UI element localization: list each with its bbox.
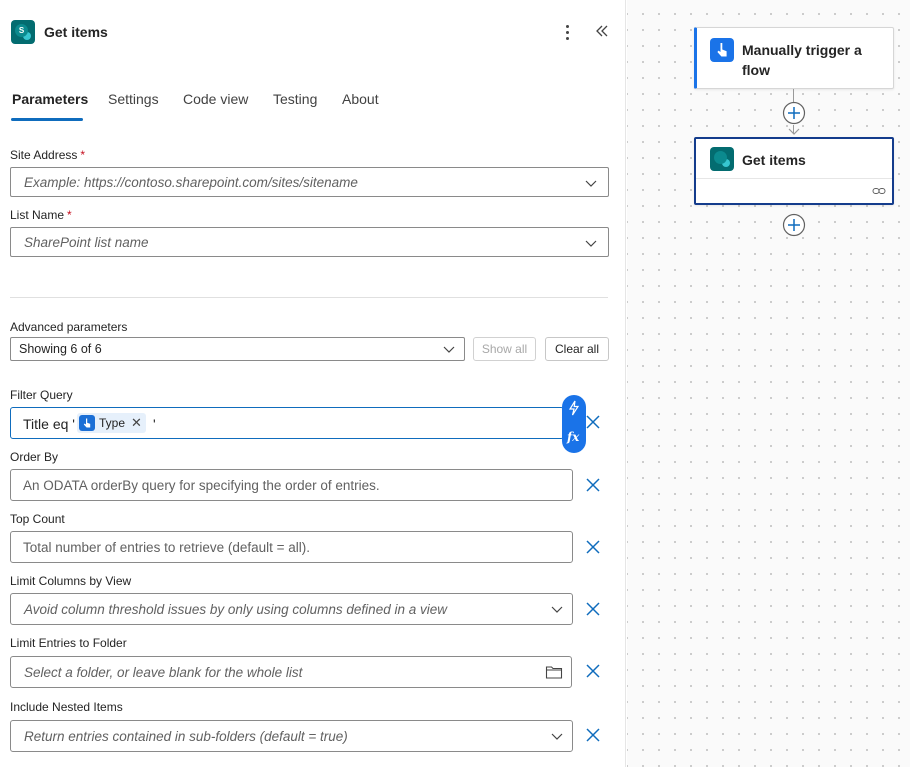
tab-code-view[interactable]: Code view [183,91,248,107]
token-label: Type [99,416,126,430]
remove-filter-query-icon[interactable] [585,414,601,430]
nested-items-dropdown[interactable]: Return entries contained in sub-folders … [10,720,573,752]
order-by-input[interactable]: An ODATA orderBy query for specifying th… [10,469,573,501]
manual-trigger-icon [79,415,95,431]
dynamic-content-token[interactable]: Type ✕ [77,413,146,433]
advanced-parameters-dropdown[interactable]: Showing 6 of 6 [10,337,465,361]
list-name-dropdown[interactable]: SharePoint list name [10,227,609,257]
clear-all-button[interactable]: Clear all [545,337,609,361]
expression-fx-icon[interactable]: fx [567,430,579,444]
remove-nested-items-icon[interactable] [585,727,601,743]
card-divider [696,178,892,179]
tab-bar: Parameters Settings Code view Testing Ab… [0,86,626,126]
advanced-parameters-label: Advanced parameters [10,320,128,334]
remove-token-icon[interactable]: ✕ [131,413,142,433]
active-tab-indicator [11,118,83,121]
remove-limit-columns-icon[interactable] [585,601,601,617]
order-by-placeholder: An ODATA orderBy query for specifying th… [23,478,380,493]
folder-icon[interactable] [545,664,563,680]
arrow-down-icon [788,128,800,135]
remove-order-by-icon[interactable] [585,477,601,493]
remove-top-count-icon[interactable] [585,539,601,555]
chevron-down-icon [585,180,597,187]
list-name-placeholder: SharePoint list name [24,235,149,250]
panel-title: Get items [44,24,108,40]
chevron-down-icon [551,733,563,740]
limit-columns-dropdown[interactable]: Avoid column threshold issues by only us… [10,593,573,625]
action-title: Get items [742,152,806,168]
limit-folder-label: Limit Entries to Folder [10,636,127,650]
chevron-down-icon [443,346,455,353]
show-all-button[interactable]: Show all [473,337,536,361]
more-options-icon[interactable] [560,22,576,42]
site-address-placeholder: Example: https://contoso.sharepoint.com/… [24,175,358,190]
order-by-label: Order By [10,450,59,464]
sharepoint-icon [710,147,734,171]
section-divider [10,297,608,298]
insert-step-icon[interactable] [782,101,806,125]
filter-query-suffix: ' [153,416,156,432]
top-count-placeholder: Total number of entries to retrieve (def… [23,540,311,555]
tab-parameters[interactable]: Parameters [12,91,88,107]
limit-columns-label: Limit Columns by View [10,574,132,588]
remove-limit-folder-icon[interactable] [585,663,601,679]
tab-about[interactable]: About [342,91,379,107]
add-step-icon[interactable] [782,213,806,237]
get-items-card[interactable]: Get items [694,137,894,205]
limit-folder-input[interactable]: Select a folder, or leave blank for the … [10,656,572,688]
dynamic-content-toolbar: fx [562,395,586,453]
top-count-label: Top Count [10,512,65,526]
limit-columns-placeholder: Avoid column threshold issues by only us… [24,602,447,617]
lightning-icon[interactable] [567,400,581,416]
nested-items-placeholder: Return entries contained in sub-folders … [24,729,348,744]
advanced-parameters-value: Showing 6 of 6 [19,342,102,356]
flow-designer-canvas [627,0,910,767]
manual-trigger-icon [710,38,734,62]
site-address-dropdown[interactable]: Example: https://contoso.sharepoint.com/… [10,167,609,197]
filter-query-label: Filter Query [10,388,73,402]
site-address-label: Site Address * [10,148,86,162]
nested-items-label: Include Nested Items [10,700,123,714]
tab-testing[interactable]: Testing [273,91,317,107]
trigger-card[interactable]: Manually trigger a flow [694,27,894,89]
filter-query-input[interactable]: Title eq ' Type ✕ ' [10,407,564,439]
collapse-panel-icon[interactable] [593,22,611,40]
list-name-label: List Name * [10,208,72,222]
top-count-input[interactable]: Total number of entries to retrieve (def… [10,531,573,563]
tab-settings[interactable]: Settings [108,91,159,107]
sharepoint-icon: S [11,20,35,44]
panel-header: S Get items [0,0,626,64]
action-config-panel: S Get items Parameters Settings Code vie… [0,0,626,767]
filter-query-prefix: Title eq ' [23,416,75,432]
chevron-down-icon [585,240,597,247]
trigger-title: Manually trigger a flow [742,42,862,78]
chevron-down-icon [551,606,563,613]
limit-folder-placeholder: Select a folder, or leave blank for the … [24,665,303,680]
link-icon [872,188,886,194]
